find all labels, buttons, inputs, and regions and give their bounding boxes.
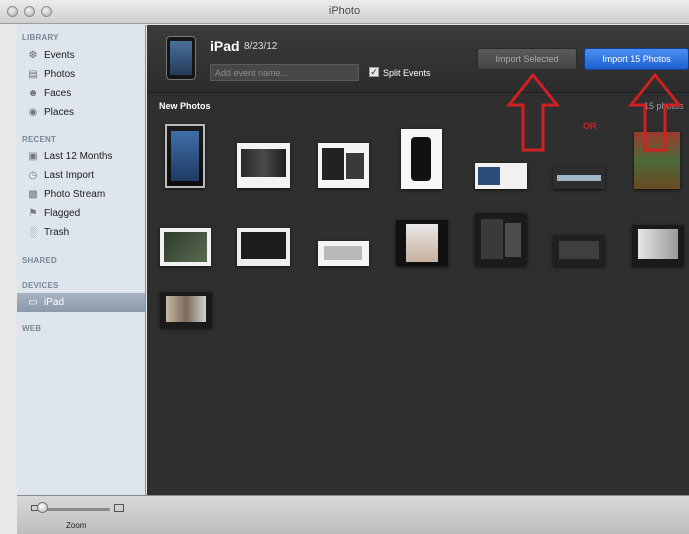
section-header-devices: DEVICES xyxy=(22,281,59,290)
trash-icon: ░ xyxy=(29,226,37,238)
clock-icon: ◷ xyxy=(28,169,38,181)
sidebar-item-label: Places xyxy=(44,107,75,118)
sidebar-item-label: Faces xyxy=(44,88,72,99)
calendar-icon: ▣ xyxy=(28,150,38,162)
sidebar-item-flagged[interactable]: ⚑ Flagged xyxy=(17,204,145,223)
sidebar-item-last-import[interactable]: ◷ Last Import xyxy=(17,166,145,185)
photo-thumbnail[interactable] xyxy=(318,241,369,266)
photo-thumbnail[interactable] xyxy=(553,235,605,266)
bottom-toolbar: Zoom xyxy=(17,495,689,534)
photos-icon: ▤ xyxy=(28,68,38,80)
photo-stream-icon: ▩ xyxy=(28,188,38,200)
import-all-button[interactable]: Import 15 Photos xyxy=(584,48,689,70)
photo-thumbnail[interactable] xyxy=(237,228,290,266)
iphoto-window: iPhoto LIBRARY ❆ Events ▤ Photos ☻ Faces… xyxy=(0,0,689,534)
import-selected-button[interactable]: Import Selected xyxy=(477,48,577,70)
sidebar-item-faces[interactable]: ☻ Faces xyxy=(17,84,145,103)
sidebar-item-places[interactable]: ◉ Places xyxy=(17,103,145,122)
zoom-label: Zoom xyxy=(66,521,87,530)
sidebar-item-last-12-months[interactable]: ▣ Last 12 Months xyxy=(17,147,145,166)
sidebar-item-label: Trash xyxy=(44,227,70,238)
sidebar: LIBRARY ❆ Events ▤ Photos ☻ Faces ◉ Plac… xyxy=(17,25,146,495)
events-icon: ❆ xyxy=(28,49,38,61)
sidebar-item-label: Flagged xyxy=(44,208,81,219)
event-name-input[interactable] xyxy=(210,64,359,81)
import-pane: iPad 8/23/12 ✓ Split Events Import Selec… xyxy=(147,25,689,495)
annotation-arrow-left xyxy=(505,72,561,152)
photo-thumbnail[interactable] xyxy=(475,213,527,266)
split-events-label: Split Events xyxy=(383,68,431,78)
ipad-device-icon xyxy=(166,36,196,80)
photo-thumbnail[interactable] xyxy=(632,225,684,266)
sidebar-item-photos[interactable]: ▤ Photos xyxy=(17,65,145,84)
zoom-slider-knob[interactable] xyxy=(37,502,48,513)
sidebar-item-photo-stream[interactable]: ▩ Photo Stream xyxy=(17,185,145,204)
globe-icon: ◉ xyxy=(28,106,38,118)
photo-thumbnail[interactable] xyxy=(396,220,448,266)
photo-thumbnail[interactable] xyxy=(165,124,205,188)
sidebar-item-label: Events xyxy=(44,50,75,61)
ipad-icon: ▭ xyxy=(28,296,38,308)
annotation-arrow-right xyxy=(627,72,683,152)
sidebar-item-label: Last Import xyxy=(44,170,95,181)
section-header-library: LIBRARY xyxy=(22,33,59,42)
device-name: iPad xyxy=(210,38,240,54)
zoom-in-icon[interactable] xyxy=(114,504,124,512)
zoom-slider[interactable] xyxy=(44,508,110,511)
window-title: iPhoto xyxy=(328,5,361,17)
section-title: New Photos xyxy=(159,101,211,111)
photo-thumbnail[interactable] xyxy=(160,292,212,328)
import-header: iPad 8/23/12 ✓ Split Events Import Selec… xyxy=(147,25,689,93)
split-events-checkbox[interactable]: ✓ xyxy=(369,67,379,77)
sidebar-item-events[interactable]: ❆ Events xyxy=(17,46,145,65)
section-header-shared: SHARED xyxy=(22,256,57,265)
flag-icon: ⚑ xyxy=(28,207,38,219)
faces-icon: ☻ xyxy=(27,87,39,99)
sidebar-item-ipad[interactable]: ▭ iPad xyxy=(17,293,145,312)
section-header-recent: RECENT xyxy=(22,135,57,144)
sidebar-item-label: iPad xyxy=(44,297,65,308)
photo-thumbnail[interactable] xyxy=(401,129,442,189)
sidebar-item-label: Photo Stream xyxy=(44,189,106,200)
photo-thumbnail[interactable] xyxy=(553,167,605,189)
section-header-web: WEB xyxy=(22,324,42,333)
annotation-or-label: OR xyxy=(583,121,597,131)
title-bar: iPhoto xyxy=(0,0,689,24)
photo-thumbnail[interactable] xyxy=(318,143,369,188)
photo-thumbnail[interactable] xyxy=(475,163,527,189)
sidebar-item-label: Photos xyxy=(44,69,76,80)
photo-thumbnail[interactable] xyxy=(160,228,211,266)
photo-thumbnail[interactable] xyxy=(237,143,290,188)
device-date: 8/23/12 xyxy=(244,41,278,52)
sidebar-item-label: Last 12 Months xyxy=(44,151,113,162)
sidebar-item-trash[interactable]: ░ Trash xyxy=(17,223,145,242)
